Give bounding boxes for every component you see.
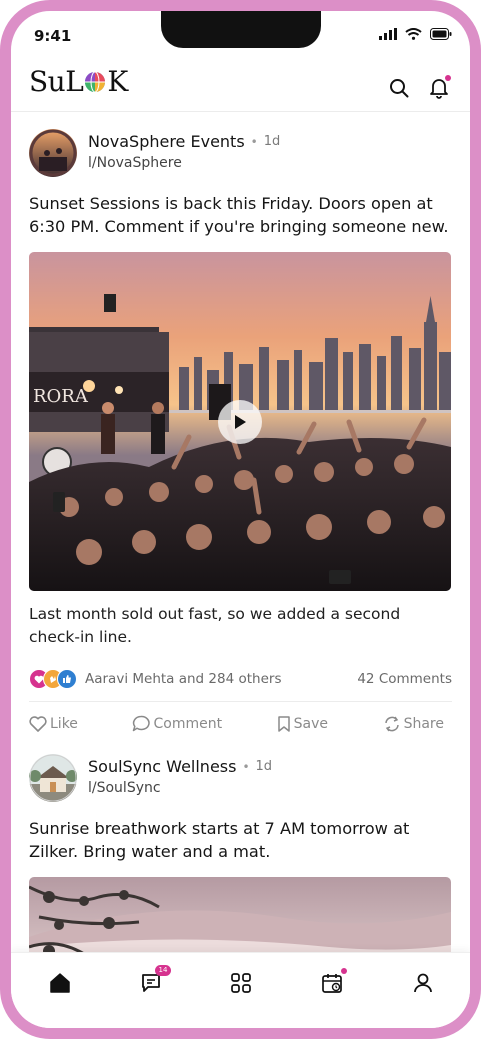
share-button[interactable]: Share [383,716,444,732]
community-handle[interactable]: l/NovaSphere [88,155,280,171]
post-image-thumbnail [29,877,451,953]
share-icon [384,716,399,731]
search-button[interactable] [388,77,410,99]
avatar-image [29,754,77,802]
post-age: 1d [263,134,281,149]
author-name[interactable]: SoulSync Wellness [88,757,236,776]
bottom-tab-bar: 14 [11,952,470,1028]
play-button[interactable] [218,399,262,444]
author-line: SoulSync Wellness • 1d [88,757,272,776]
share-label: Share [403,715,444,732]
post-card: SoulSync Wellness • 1d l/SoulSync Sunris… [11,742,470,953]
feed[interactable]: NovaSphere Events • 1d l/NovaSphere Suns… [11,113,470,953]
post-meta: NovaSphere Events • 1d l/NovaSphere [88,129,280,171]
reaction-icons [29,669,77,689]
globe-logo-icon [85,71,106,92]
post-video[interactable]: RORA [29,252,451,591]
notification-dot [445,75,451,81]
bookmark-icon [277,715,290,732]
system-icons [379,28,452,40]
avatar-image [29,129,77,177]
status-time: 9:41 [34,27,72,45]
app-header: Su L K [11,63,470,112]
logo-text-suffix: K [107,65,128,98]
author-line: NovaSphere Events • 1d [88,132,280,151]
notch [161,11,321,48]
apps-icon [231,973,251,993]
post-header: SoulSync Wellness • 1d l/SoulSync [29,742,452,802]
like-button[interactable]: Like [29,716,78,732]
signal-icon [379,28,397,40]
tab-calendar[interactable] [320,968,347,995]
screen: 9:41 Su L K NovaSphere Events • 1d l/Nov… [11,11,470,1028]
status-bar: 9:41 [11,11,470,57]
tab-profile[interactable] [411,971,435,995]
post-age: 1d [255,759,273,774]
reactions-summary[interactable]: Aaravi Mehta and 284 others [29,669,281,689]
logo-l: L [65,65,84,98]
save-label: Save [293,715,329,732]
reaction-names: Aaravi Mehta and 284 others [85,671,282,687]
heart-outline-icon [29,715,47,732]
post-text: Sunrise breathwork starts at 7 AM tomorr… [29,819,410,861]
meta-separator: • [242,759,250,774]
comment-button[interactable]: Comment [132,715,222,732]
save-button[interactable]: Save [277,716,328,732]
post-header: NovaSphere Events • 1d l/NovaSphere [29,113,452,177]
author-name[interactable]: NovaSphere Events [88,132,245,151]
logo-text-prefix: Su [29,65,66,98]
stage-banner-text: RORA [33,386,89,407]
phone-frame: 9:41 Su L K NovaSphere Events • 1d l/Nov… [0,0,481,1039]
calendar-icon [322,974,342,993]
messages-badge: 14 [155,965,171,976]
community-handle[interactable]: l/SoulSync [88,780,272,796]
app-logo[interactable]: Su L K [29,65,128,98]
post-text: Sunset Sessions is back this Friday. Doo… [29,194,449,236]
comment-bubble-icon [133,715,151,732]
play-icon [235,414,246,429]
like-label: Like [50,715,78,732]
post-image[interactable] [29,877,451,953]
post-meta: SoulSync Wellness • 1d l/SoulSync [88,754,272,796]
meta-separator: • [250,134,258,149]
profile-icon [414,973,432,993]
comments-count[interactable]: 42 Comments [357,671,452,687]
author-avatar[interactable] [29,754,77,802]
battery-icon [430,28,452,40]
tab-home[interactable] [48,971,72,995]
author-avatar[interactable] [29,129,77,177]
post-caption: Last month sold out fast, so we added a … [29,605,401,646]
header-actions [388,75,451,99]
home-icon [50,973,70,993]
comment-label: Comment [153,715,223,732]
tab-messages[interactable]: 14 [139,965,171,995]
reactions-row: Aaravi Mehta and 284 others 42 Comments [29,669,452,689]
notifications-button[interactable] [428,75,451,99]
post-divider [11,732,470,742]
tab-apps[interactable] [229,971,253,995]
post-actions: Like Comment Save Share [29,701,452,732]
search-icon [390,79,409,98]
post-card: NovaSphere Events • 1d l/NovaSphere Suns… [11,113,470,732]
calendar-dot [341,968,347,974]
thumbs-up-reaction-icon [57,669,77,689]
wifi-icon [405,28,422,40]
